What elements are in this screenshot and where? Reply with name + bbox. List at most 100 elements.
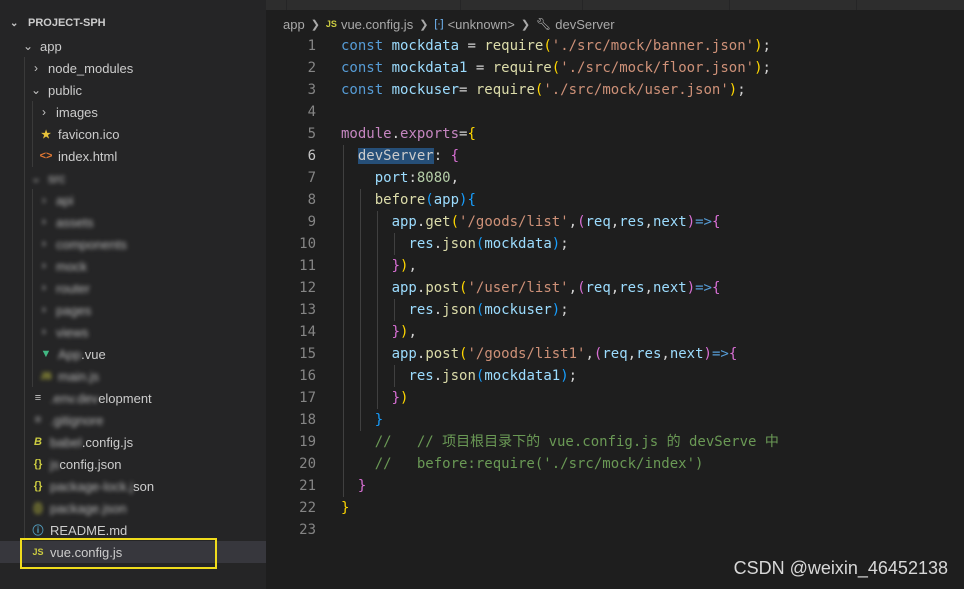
code-line[interactable]: 21 } bbox=[266, 475, 964, 497]
code-line[interactable]: 18 } bbox=[266, 409, 964, 431]
tree-item[interactable]: › images bbox=[0, 101, 266, 123]
tree-item[interactable]: ⌄ app bbox=[0, 35, 266, 57]
code-token: . bbox=[433, 302, 443, 318]
code-token: , bbox=[610, 214, 620, 230]
tree-item[interactable]: ⓘ README.md bbox=[0, 519, 266, 541]
chevron-right-icon: › bbox=[42, 105, 46, 119]
code-line[interactable]: 1 const mockdata = require('./src/mock/ba… bbox=[266, 35, 964, 57]
code-token: { bbox=[467, 126, 476, 142]
tree-item[interactable]: › api bbox=[0, 189, 266, 211]
indent-guide bbox=[24, 255, 25, 277]
tree-item[interactable]: {} jsconfig.json bbox=[0, 453, 266, 475]
code-token: // before:require('./src/mock/index') bbox=[374, 456, 704, 472]
code-token: { bbox=[711, 280, 721, 296]
tab[interactable] bbox=[266, 0, 287, 10]
code-token: = bbox=[459, 82, 476, 98]
code-token: , bbox=[627, 346, 637, 362]
code-line[interactable]: 5 module.exports={ bbox=[266, 123, 964, 145]
tree-item[interactable]: ★ favicon.ico bbox=[0, 123, 266, 145]
code-line[interactable]: 9 app.get('/goods/list',(req,res,next)=>… bbox=[266, 211, 964, 233]
indent-guide bbox=[24, 79, 25, 101]
breadcrumb-symbol[interactable]: <unknown> bbox=[448, 17, 515, 32]
code-token: } bbox=[391, 324, 401, 340]
code-line[interactable]: 7 port:8080, bbox=[266, 167, 964, 189]
code-token: const bbox=[341, 38, 392, 54]
breadcrumb-file[interactable]: vue.config.js bbox=[341, 17, 413, 32]
tree-item[interactable]: › mock bbox=[0, 255, 266, 277]
code-line[interactable]: 6 devServer: { bbox=[266, 145, 964, 167]
project-title: PROJECT-SPH bbox=[28, 17, 106, 29]
js-file-icon: JS bbox=[325, 19, 337, 29]
code-editor[interactable]: 1 const mockdata = require('./src/mock/ba… bbox=[266, 35, 964, 589]
tree-item[interactable]: › router bbox=[0, 277, 266, 299]
html-file-icon: <> bbox=[39, 150, 53, 162]
tree-item[interactable]: › assets bbox=[0, 211, 266, 233]
tree-item[interactable]: ⌄ public bbox=[0, 79, 266, 101]
code-token: devServer bbox=[357, 148, 434, 164]
tree-item[interactable]: JS main.js bbox=[0, 365, 266, 387]
code-line[interactable]: 19 // // 项目根目录下的 vue.config.js 的 devServ… bbox=[266, 431, 964, 453]
tab[interactable] bbox=[858, 0, 964, 10]
code-line[interactable]: 14 }), bbox=[266, 321, 964, 343]
code-token: before bbox=[374, 192, 426, 208]
tab[interactable] bbox=[340, 0, 461, 10]
code-line[interactable]: 20 // before:require('./src/mock/index') bbox=[266, 453, 964, 475]
indent-guide bbox=[32, 189, 33, 211]
line-number: 8 bbox=[307, 192, 316, 208]
tree-item[interactable]: › views bbox=[0, 321, 266, 343]
tree-item[interactable]: ⌄ src bbox=[0, 167, 266, 189]
code-token: ) bbox=[686, 214, 696, 230]
code-token: '/goods/list' bbox=[459, 214, 569, 230]
code-token: ( bbox=[577, 280, 586, 296]
code-line[interactable]: 3 const mockuser= require('./src/mock/use… bbox=[266, 79, 964, 101]
code-token: => bbox=[711, 346, 729, 362]
code-token: mockdata bbox=[484, 236, 552, 252]
code-line[interactable]: 15 app.post('/goods/list1',(req,res,next… bbox=[266, 343, 964, 365]
code-line[interactable]: 11 }), bbox=[266, 255, 964, 277]
tree-item[interactable]: › pages bbox=[0, 299, 266, 321]
code-line[interactable]: 13 res.json(mockuser); bbox=[266, 299, 964, 321]
breadcrumb-folder[interactable]: app bbox=[283, 17, 305, 32]
tree-item[interactable]: <> index.html bbox=[0, 145, 266, 167]
json-file-icon: {} bbox=[33, 502, 43, 514]
code-line[interactable]: 17 }) bbox=[266, 387, 964, 409]
code-token: module bbox=[341, 126, 392, 142]
code-line[interactable]: 23 bbox=[266, 519, 964, 541]
indent-guide bbox=[24, 57, 25, 79]
indent-guide bbox=[32, 233, 33, 255]
code-line[interactable]: 16 res.json(mockdata1); bbox=[266, 365, 964, 387]
tree-item[interactable]: JS vue.config.js bbox=[0, 541, 266, 563]
code-token: port bbox=[374, 170, 409, 186]
tree-item[interactable]: › components bbox=[0, 233, 266, 255]
code-line[interactable]: 2 const mockdata1 = require('./src/mock/f… bbox=[266, 57, 964, 79]
tree-item[interactable]: {} package-lock.json bbox=[0, 475, 266, 497]
line-number: 4 bbox=[307, 104, 316, 120]
code-token: const bbox=[341, 82, 392, 98]
code-line[interactable]: 22} bbox=[266, 497, 964, 519]
line-number: 6 bbox=[307, 148, 316, 164]
tree-item[interactable]: › node_modules bbox=[0, 57, 266, 79]
tab[interactable] bbox=[731, 0, 857, 10]
code-line[interactable]: 4 bbox=[266, 101, 964, 123]
code-line[interactable]: 12 app.post('/user/list',(req,res,next)=… bbox=[266, 277, 964, 299]
js-file-icon: JS bbox=[40, 371, 52, 381]
tree-item[interactable]: ▼ App.vue bbox=[0, 343, 266, 365]
tree-item[interactable]: {} package.json bbox=[0, 497, 266, 519]
indent-guide bbox=[24, 211, 25, 233]
chevron-right-icon: › bbox=[42, 304, 46, 316]
code-token: , bbox=[610, 280, 620, 296]
code-text: res.json(mockuser); bbox=[341, 299, 568, 321]
code-line[interactable]: 10 res.json(mockdata); bbox=[266, 233, 964, 255]
tree-item[interactable]: ≡ .gitignore bbox=[0, 409, 266, 431]
indent-guide bbox=[32, 123, 33, 145]
tab[interactable] bbox=[584, 0, 730, 10]
tab[interactable] bbox=[462, 0, 583, 10]
code-line[interactable]: 8 before(app){ bbox=[266, 189, 964, 211]
line-number: 17 bbox=[299, 390, 316, 406]
tree-item[interactable]: Bbabel.config.js bbox=[0, 431, 266, 453]
tree-item[interactable]: ≡ .env.development bbox=[0, 387, 266, 409]
indent-guide bbox=[24, 409, 25, 431]
breadcrumb-member[interactable]: devServer bbox=[555, 17, 614, 32]
project-section-header[interactable]: ⌄ PROJECT-SPH bbox=[0, 12, 266, 34]
